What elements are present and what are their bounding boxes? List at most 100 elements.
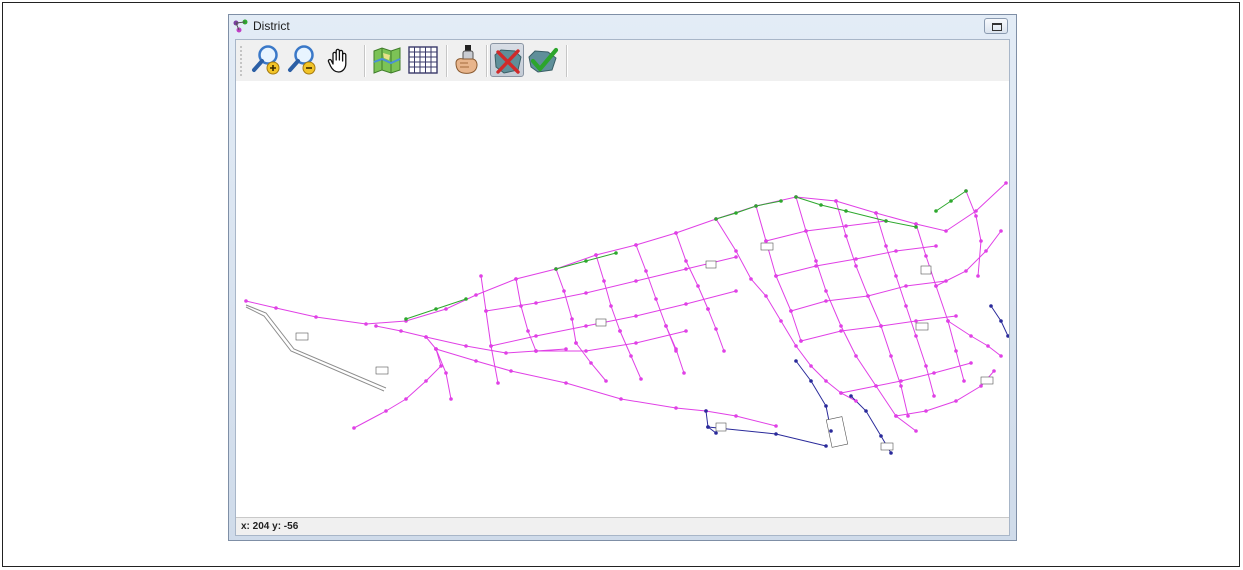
- network-node[interactable]: [844, 209, 848, 213]
- network-node[interactable]: [434, 347, 438, 351]
- network-node[interactable]: [424, 335, 428, 339]
- network-node[interactable]: [849, 394, 853, 398]
- network-node[interactable]: [894, 274, 898, 278]
- network-node[interactable]: [664, 324, 668, 328]
- network-node[interactable]: [574, 341, 578, 345]
- network-node[interactable]: [509, 369, 513, 373]
- network-node[interactable]: [714, 327, 718, 331]
- network-node[interactable]: [924, 364, 928, 368]
- network-node[interactable]: [839, 324, 843, 328]
- network-node[interactable]: [824, 444, 828, 448]
- network-node[interactable]: [999, 354, 1003, 358]
- network-node[interactable]: [866, 294, 870, 298]
- network-node[interactable]: [706, 307, 710, 311]
- network-node[interactable]: [714, 431, 718, 435]
- network-node[interactable]: [584, 259, 588, 263]
- network-node[interactable]: [734, 211, 738, 215]
- spray-tool-button[interactable]: [450, 43, 484, 77]
- network-node[interactable]: [674, 231, 678, 235]
- network-node[interactable]: [444, 307, 448, 311]
- network-node[interactable]: [504, 351, 508, 355]
- network-node[interactable]: [864, 409, 868, 413]
- network-node[interactable]: [914, 334, 918, 338]
- network-node[interactable]: [932, 371, 936, 375]
- reject-button[interactable]: [490, 43, 524, 77]
- network-node[interactable]: [404, 397, 408, 401]
- network-node[interactable]: [614, 251, 618, 255]
- network-node[interactable]: [534, 349, 538, 353]
- network-node[interactable]: [594, 253, 598, 257]
- network-node[interactable]: [914, 319, 918, 323]
- network-node[interactable]: [814, 264, 818, 268]
- network-node[interactable]: [964, 189, 968, 193]
- network-node[interactable]: [889, 354, 893, 358]
- network-node[interactable]: [779, 319, 783, 323]
- network-node[interactable]: [644, 269, 648, 273]
- network-node[interactable]: [924, 254, 928, 258]
- network-node[interactable]: [976, 274, 980, 278]
- network-node[interactable]: [526, 329, 530, 333]
- network-node[interactable]: [954, 349, 958, 353]
- network-node[interactable]: [1006, 334, 1010, 338]
- network-node[interactable]: [244, 299, 248, 303]
- network-node[interactable]: [794, 344, 798, 348]
- network-node[interactable]: [986, 344, 990, 348]
- network-node[interactable]: [519, 304, 523, 308]
- network-node[interactable]: [934, 209, 938, 213]
- network-node[interactable]: [534, 301, 538, 305]
- network-node[interactable]: [684, 302, 688, 306]
- network-node[interactable]: [570, 317, 574, 321]
- network-node[interactable]: [999, 319, 1003, 323]
- network-node[interactable]: [974, 214, 978, 218]
- network-node[interactable]: [674, 406, 678, 410]
- network-node[interactable]: [914, 429, 918, 433]
- network-node[interactable]: [352, 426, 356, 430]
- network-node[interactable]: [819, 203, 823, 207]
- network-node[interactable]: [629, 354, 633, 358]
- network-node[interactable]: [562, 289, 566, 293]
- network-node[interactable]: [824, 289, 828, 293]
- network-node[interactable]: [584, 349, 588, 353]
- network-node[interactable]: [706, 425, 710, 429]
- network-node[interactable]: [962, 379, 966, 383]
- network-node[interactable]: [884, 244, 888, 248]
- network-node[interactable]: [824, 379, 828, 383]
- network-node[interactable]: [979, 384, 983, 388]
- network-node[interactable]: [969, 334, 973, 338]
- network-node[interactable]: [999, 229, 1003, 233]
- network-node[interactable]: [844, 234, 848, 238]
- network-node[interactable]: [682, 371, 686, 375]
- network-node[interactable]: [654, 297, 658, 301]
- network-node[interactable]: [954, 314, 958, 318]
- network-node[interactable]: [439, 364, 443, 368]
- network-node[interactable]: [399, 329, 403, 333]
- network-node[interactable]: [979, 239, 983, 243]
- network-node[interactable]: [809, 379, 813, 383]
- network-node[interactable]: [634, 341, 638, 345]
- network-node[interactable]: [964, 269, 968, 273]
- network-node[interactable]: [554, 267, 558, 271]
- network-node[interactable]: [906, 414, 910, 418]
- network-node[interactable]: [634, 314, 638, 318]
- grid-button[interactable]: [406, 43, 440, 77]
- network-node[interactable]: [944, 279, 948, 283]
- network-node[interactable]: [946, 319, 950, 323]
- network-node[interactable]: [904, 304, 908, 308]
- network-node[interactable]: [684, 329, 688, 333]
- network-node[interactable]: [934, 244, 938, 248]
- network-node[interactable]: [839, 391, 843, 395]
- network-node[interactable]: [674, 347, 678, 351]
- title-bar[interactable]: District: [229, 15, 1016, 38]
- network-node[interactable]: [619, 397, 623, 401]
- network-node[interactable]: [934, 284, 938, 288]
- network-node[interactable]: [484, 309, 488, 313]
- network-node[interactable]: [474, 359, 478, 363]
- network-node[interactable]: [984, 249, 988, 253]
- network-node[interactable]: [604, 379, 608, 383]
- network-node[interactable]: [464, 344, 468, 348]
- network-node[interactable]: [974, 209, 978, 213]
- network-node[interactable]: [874, 384, 878, 388]
- network-node[interactable]: [884, 219, 888, 223]
- network-node[interactable]: [764, 239, 768, 243]
- network-node[interactable]: [474, 293, 478, 297]
